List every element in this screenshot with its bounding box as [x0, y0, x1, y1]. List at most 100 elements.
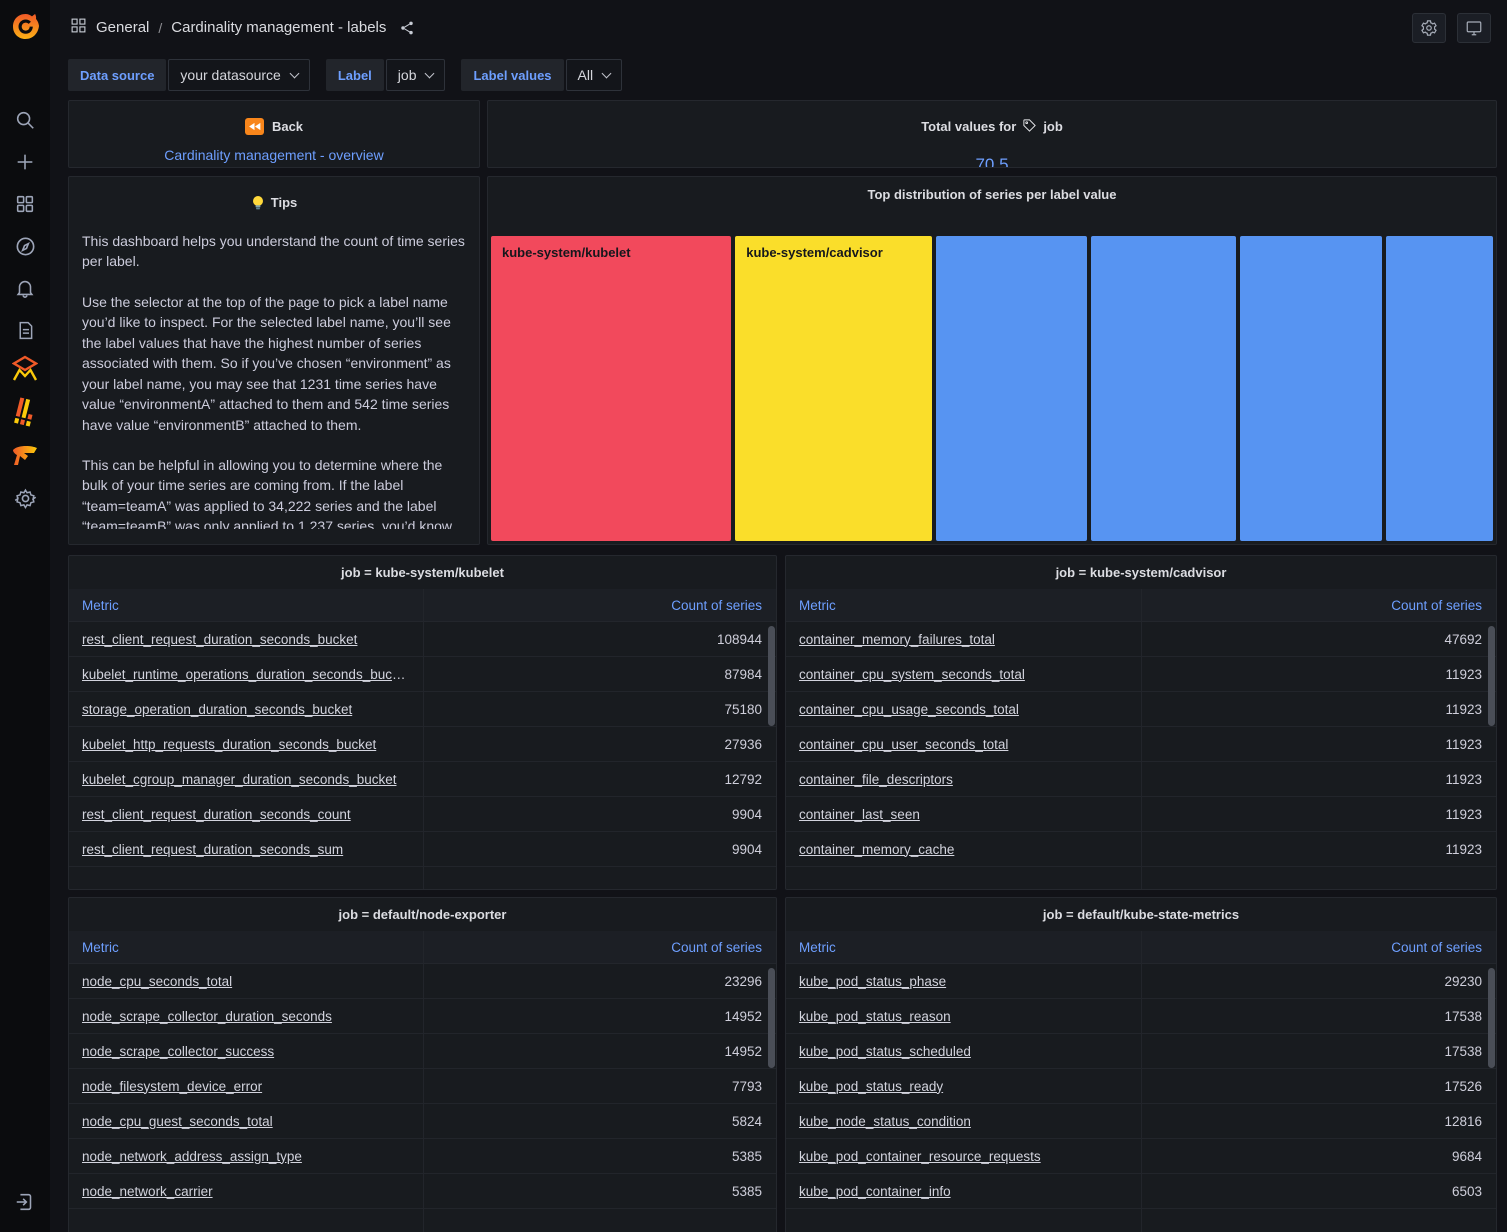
metric-link[interactable]: container_last_seen — [799, 807, 1141, 822]
table-scrollbar[interactable] — [768, 626, 775, 726]
metric-link[interactable]: container_cpu_usage_seconds_total — [799, 702, 1141, 717]
metric-link[interactable]: container_file_descriptors — [799, 772, 1141, 787]
column-header-count[interactable]: Count of series — [1141, 598, 1496, 613]
metric-link[interactable]: kube_pod_status_reason — [799, 1009, 1141, 1024]
metric-link[interactable]: kube_pod_status_phase — [799, 974, 1141, 989]
panel-tips-title[interactable]: Tips — [69, 186, 479, 219]
panel-top-distribution: Top distribution of series per label val… — [487, 176, 1497, 545]
metric-link[interactable]: node_network_address_assign_type — [82, 1149, 423, 1164]
column-header-count[interactable]: Count of series — [423, 940, 777, 955]
metric-link[interactable]: node_scrape_collector_duration_seconds — [82, 1009, 423, 1024]
template-variables-toolbar: Data source your datasource Label job La… — [68, 59, 623, 91]
count-of-series-value: 12792 — [724, 771, 762, 787]
metric-link[interactable]: node_filesystem_device_error — [82, 1079, 423, 1094]
datasource-select[interactable]: your datasource — [168, 59, 310, 91]
loki-logo-icon[interactable] — [0, 397, 50, 427]
table-scrollbar[interactable] — [1488, 968, 1495, 1068]
metric-link[interactable]: node_cpu_guest_seconds_total — [82, 1114, 423, 1129]
count-of-series-value: 11923 — [1445, 701, 1482, 717]
count-of-series-value: 11923 — [1445, 771, 1482, 787]
metric-link[interactable]: storage_operation_duration_seconds_bucke… — [82, 702, 423, 717]
panel-table-title[interactable]: job = kube-system/kubelet — [69, 556, 776, 589]
metric-link[interactable]: kubelet_runtime_operations_duration_seco… — [82, 667, 423, 682]
back-overview-link[interactable]: Cardinality management - overview — [69, 147, 479, 163]
metric-link[interactable]: node_scrape_collector_success — [82, 1044, 423, 1059]
column-header-metric[interactable]: Metric — [69, 598, 423, 613]
distribution-bar[interactable]: kube-system/kubelet — [491, 236, 732, 541]
alerting-bell-icon[interactable] — [0, 274, 50, 302]
label-values-select[interactable]: All — [565, 59, 623, 91]
grafana-logo[interactable] — [9, 9, 41, 43]
sign-in-icon[interactable] — [0, 1188, 50, 1216]
label-value: job — [397, 67, 417, 83]
panel-back-title[interactable]: Back — [69, 110, 479, 143]
distribution-bars: kube-system/kubelet kube-system/cadvisor — [491, 236, 1493, 541]
dashboard-settings-button[interactable] — [1412, 12, 1446, 43]
breadcrumb-page-title: Cardinality management - labels — [171, 19, 387, 36]
panel-distribution-title[interactable]: Top distribution of series per label val… — [488, 177, 1496, 211]
metric-link[interactable]: container_cpu_system_seconds_total — [799, 667, 1141, 682]
metric-link[interactable]: kubelet_cgroup_manager_duration_seconds_… — [82, 772, 423, 787]
apps-grid-icon — [70, 17, 87, 39]
column-header-metric[interactable]: Metric — [69, 940, 423, 955]
panel-table-kube-state-metrics: job = default/kube-state-metrics Metric … — [785, 897, 1497, 1232]
table-scrollbar[interactable] — [768, 968, 775, 1068]
panel-table-title[interactable]: job = kube-system/cadvisor — [786, 556, 1496, 589]
metric-link[interactable]: rest_client_request_duration_seconds_cou… — [82, 807, 423, 822]
count-of-series-value: 9684 — [1451, 1148, 1482, 1164]
distribution-bar[interactable] — [1090, 236, 1236, 541]
metric-link[interactable]: container_memory_cache — [799, 842, 1141, 857]
panel-table-kubelet: job = kube-system/kubelet Metric Count o… — [68, 555, 777, 890]
metrics-table: Metric Count of series kube_pod_status_p… — [786, 931, 1496, 1232]
panel-total-title[interactable]: Total values for job — [488, 110, 1496, 143]
distribution-bar[interactable] — [936, 236, 1087, 541]
count-of-series-value: 75180 — [724, 701, 762, 717]
table-scrollbar[interactable] — [1488, 626, 1495, 726]
dashboards-icon[interactable] — [0, 190, 50, 218]
label-select[interactable]: job — [385, 59, 446, 91]
metric-link[interactable]: rest_client_request_duration_seconds_sum — [82, 842, 423, 857]
column-header-count[interactable]: Count of series — [1141, 940, 1496, 955]
nav-sidebar — [0, 0, 50, 1232]
metric-link[interactable]: node_network_carrier — [82, 1184, 423, 1199]
metric-link[interactable]: rest_client_request_duration_seconds_buc… — [82, 632, 423, 647]
panel-table-title[interactable]: job = default/node-exporter — [69, 898, 776, 931]
metric-link[interactable]: kube_pod_container_resource_requests — [799, 1149, 1141, 1164]
tips-paragraph: Use the selector at the top of the page … — [82, 293, 451, 433]
column-header-metric[interactable]: Metric — [786, 940, 1141, 955]
tag-icon — [1022, 118, 1037, 136]
distribution-bar[interactable] — [1239, 236, 1383, 541]
document-icon[interactable] — [0, 316, 50, 344]
panel-back: Back Cardinality management - overview — [68, 100, 480, 168]
metric-link[interactable]: container_cpu_user_seconds_total — [799, 737, 1141, 752]
tempo-logo-icon[interactable] — [0, 441, 50, 469]
metrics-table: Metric Count of series node_cpu_seconds_… — [69, 931, 776, 1232]
kiosk-monitor-button[interactable] — [1457, 12, 1491, 43]
explore-compass-icon[interactable] — [0, 232, 50, 260]
count-of-series-value: 11923 — [1445, 666, 1482, 682]
add-icon[interactable] — [0, 148, 50, 176]
metrics-table: Metric Count of series rest_client_reque… — [69, 589, 776, 889]
column-header-count[interactable]: Count of series — [423, 598, 777, 613]
metric-link[interactable]: node_cpu_seconds_total — [82, 974, 423, 989]
count-of-series-value: 6503 — [1451, 1183, 1482, 1199]
panel-table-title[interactable]: job = default/kube-state-metrics — [786, 898, 1496, 931]
metric-link[interactable]: kube_pod_status_scheduled — [799, 1044, 1141, 1059]
metric-link[interactable]: kubelet_http_requests_duration_seconds_b… — [82, 737, 423, 752]
main-area: General / Cardinality management - label… — [50, 0, 1507, 1232]
metrics-table: Metric Count of series container_memory_… — [786, 589, 1496, 889]
metric-link[interactable]: kube_pod_container_info — [799, 1184, 1141, 1199]
distribution-bar[interactable]: kube-system/cadvisor — [735, 236, 933, 541]
share-icon[interactable] — [399, 20, 415, 36]
distribution-bar[interactable] — [1386, 236, 1493, 541]
metric-link[interactable]: kube_node_status_condition — [799, 1114, 1141, 1129]
count-of-series-value: 5385 — [731, 1183, 762, 1199]
metric-link[interactable]: kube_pod_status_ready — [799, 1079, 1141, 1094]
label-label: Label — [325, 59, 384, 91]
metric-link[interactable]: container_memory_failures_total — [799, 632, 1141, 647]
breadcrumb-section[interactable]: General — [96, 19, 149, 36]
settings-gear-icon[interactable] — [0, 484, 50, 512]
search-icon[interactable] — [0, 106, 50, 134]
mimir-logo-icon[interactable] — [0, 355, 50, 384]
column-header-metric[interactable]: Metric — [786, 598, 1141, 613]
